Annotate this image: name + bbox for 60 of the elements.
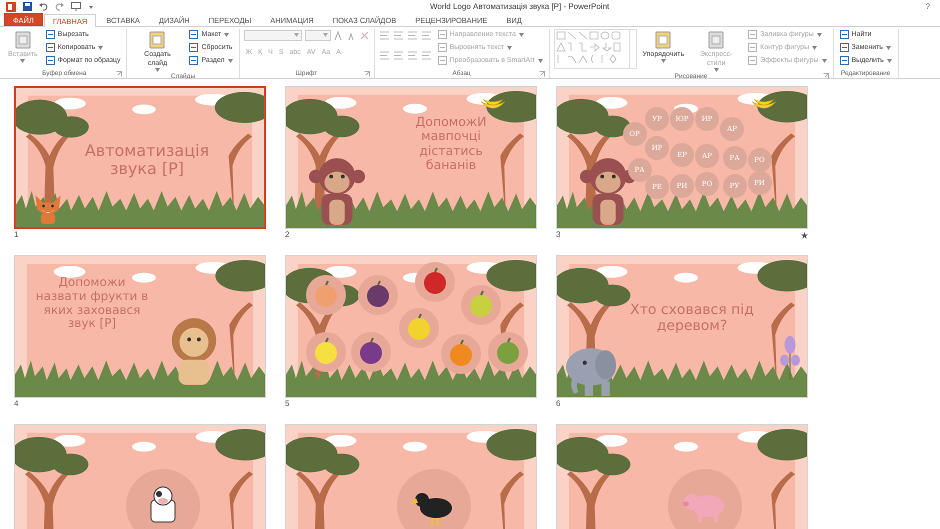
fruit-icon <box>399 308 439 348</box>
window-title: World Logo Автоматизація звука [Р] - PowerPoint <box>430 2 610 11</box>
slide-number: 3 <box>556 230 560 241</box>
command-icon <box>46 30 55 39</box>
command-icon <box>748 43 758 52</box>
command-icon <box>438 30 447 39</box>
slide-number: 6 <box>556 399 560 410</box>
paragraph-format-icon[interactable] <box>420 30 432 40</box>
dropdown-arrow-icon <box>294 33 299 37</box>
dialog-launcher-icon[interactable] <box>116 71 122 77</box>
slide-number: 4 <box>14 399 18 410</box>
command-icon <box>46 43 55 52</box>
fruit-icon <box>488 332 528 372</box>
fruit-icon <box>358 275 398 315</box>
command-icon <box>653 30 674 50</box>
dialog-launcher-icon[interactable] <box>538 71 544 77</box>
command-icon <box>840 56 848 65</box>
paragraph-format-icon[interactable] <box>392 30 404 40</box>
command-icon <box>840 43 848 52</box>
slideshow-icon[interactable] <box>71 2 81 11</box>
command-icon <box>438 56 447 65</box>
paragraph-format-icon[interactable] <box>406 50 418 60</box>
paragraph-format-icon[interactable] <box>420 50 432 60</box>
help-button[interactable]: ? <box>922 2 934 11</box>
slide-number: 2 <box>285 230 290 241</box>
slide-number: 5 <box>285 399 290 410</box>
command-icon <box>748 56 758 65</box>
fruit-icon <box>441 334 481 374</box>
command-icon <box>12 30 33 50</box>
dropdown-arrow-icon <box>322 33 328 37</box>
slide-title: ДопоможИ мавпочці дістатись бананів <box>414 115 488 172</box>
command-icon <box>189 30 198 39</box>
command-icon <box>748 30 758 39</box>
slide-title: Автоматизація звука [Р] <box>84 142 210 179</box>
font-size-field[interactable] <box>304 30 331 40</box>
grow-font-icon[interactable] <box>334 30 344 40</box>
dialog-launcher-icon[interactable] <box>822 73 828 79</box>
clear-format-icon[interactable] <box>360 30 370 40</box>
save-icon[interactable] <box>23 2 32 11</box>
fruit-icon <box>415 262 455 302</box>
fruit-icon <box>351 332 391 372</box>
caret-icon[interactable] <box>88 4 94 10</box>
dialog-launcher-icon[interactable] <box>364 71 370 77</box>
command-icon <box>706 30 726 50</box>
paragraph-format-icon[interactable] <box>392 50 404 60</box>
fruit-icon <box>306 275 346 315</box>
command-icon <box>147 30 168 50</box>
slide-title: Допоможи назвати фрукти в яких заховався звук [Р] <box>34 276 150 332</box>
fruit-icon <box>461 285 501 325</box>
command-icon <box>189 56 198 65</box>
command-icon <box>46 56 55 65</box>
fruit-icon <box>306 332 346 372</box>
paragraph-format-icon[interactable] <box>406 30 418 40</box>
redo-icon[interactable] <box>55 2 64 11</box>
command-icon <box>840 30 848 39</box>
undo-icon[interactable] <box>39 2 48 11</box>
command-icon <box>438 43 447 52</box>
slide-number: 1 <box>14 230 18 241</box>
command-icon <box>189 43 198 52</box>
slide-title: Хто сховався під деревом? <box>629 302 755 334</box>
